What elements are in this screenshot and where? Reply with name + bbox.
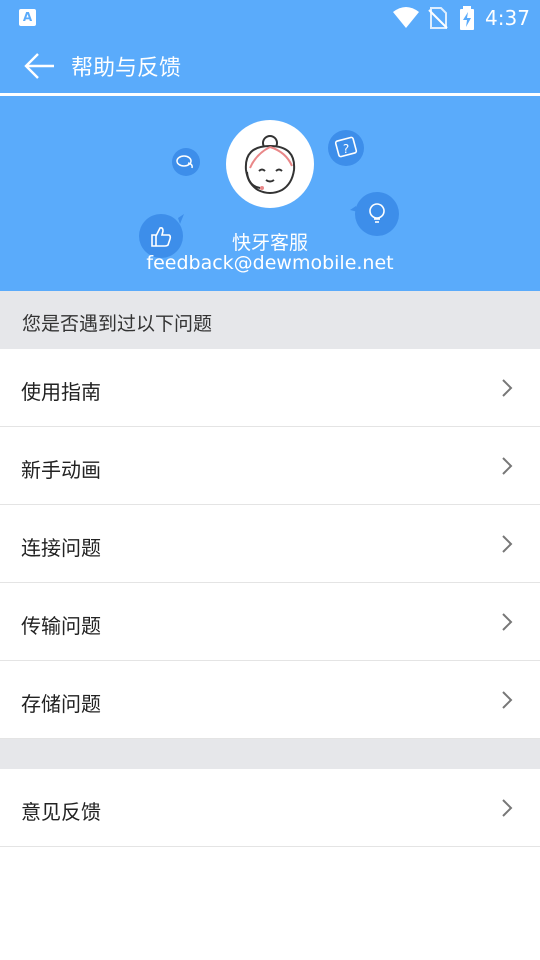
notification-app-icon: A [19,9,36,26]
list-item-label: 新手动画 [21,458,101,482]
chevron-right-icon [502,379,513,397]
list-item-storage-issues[interactable]: 存储问题 [0,661,540,739]
list-item-label: 存储问题 [21,692,101,716]
list-item-label: 传输问题 [21,614,101,638]
chevron-right-icon [502,799,513,817]
list-item-label: 使用指南 [21,380,101,404]
chevron-right-icon [502,691,513,709]
chat-bubble-icon [172,148,200,176]
no-sim-icon [428,7,448,29]
section-divider [0,739,540,769]
chevron-right-icon [502,613,513,631]
list-item-label: 连接问题 [21,536,101,560]
wifi-icon [393,7,419,28]
avatar [226,120,314,208]
section-header: 您是否遇到过以下问题 [0,291,540,349]
list-item-connection-issues[interactable]: 连接问题 [0,505,540,583]
feedback-list: 意见反馈 [0,769,540,847]
toolbar: 帮助与反馈 [0,36,540,95]
section-header-label: 您是否遇到过以下问题 [22,313,213,335]
faq-list: 使用指南 新手动画 连接问题 传输问题 存储问题 [0,349,540,739]
chevron-right-icon [502,457,513,475]
service-name: 快牙客服 [231,232,308,254]
status-time: 4:37 [485,6,530,30]
support-banner: ? 快牙客服 feedback@dewmobile.net [0,96,540,291]
list-item-transfer-issues[interactable]: 传输问题 [0,583,540,661]
chevron-right-icon [502,535,513,553]
list-item-tutorial-animation[interactable]: 新手动画 [0,427,540,505]
question-bubble-icon: ? [328,130,364,166]
svg-text:?: ? [343,142,349,156]
page-title: 帮助与反馈 [71,56,182,81]
battery-charging-icon [460,6,474,30]
arrow-left-icon[interactable] [24,52,56,80]
list-item-feedback[interactable]: 意见反馈 [0,769,540,847]
status-bar: A 4:37 [0,0,540,36]
list-item-usage-guide[interactable]: 使用指南 [0,349,540,427]
list-item-label: 意见反馈 [21,800,101,824]
customer-service-agent-icon [244,135,296,194]
service-email[interactable]: feedback@dewmobile.net [0,252,540,274]
